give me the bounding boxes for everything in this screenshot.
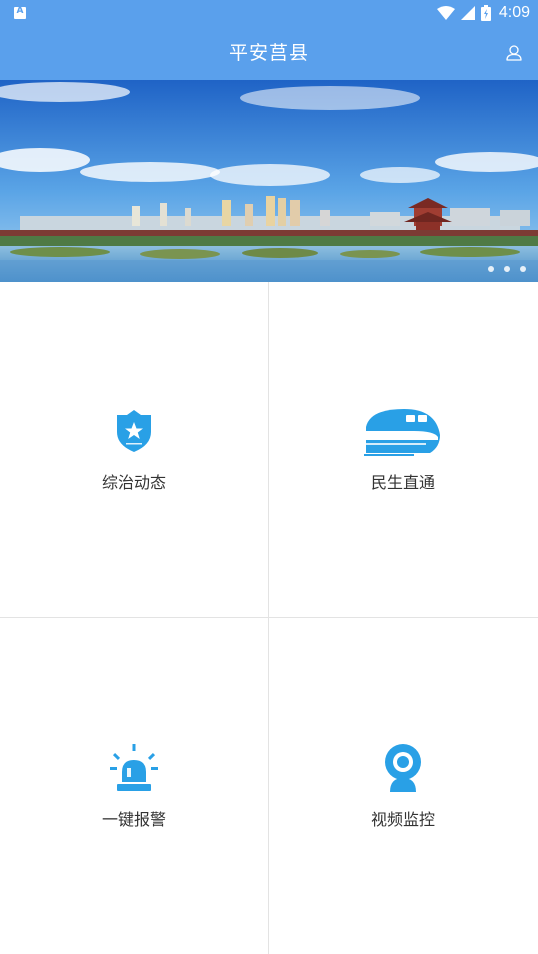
grid-divider-horizontal [0, 617, 538, 618]
notification-icon-glyph: A [16, 6, 24, 16]
grid-divider-vertical [268, 282, 269, 954]
status-time: 4:09 [498, 4, 530, 21]
carousel-dot[interactable] [504, 266, 510, 272]
page-title: 平安莒县 [228, 42, 309, 64]
carousel-dot[interactable] [488, 266, 494, 272]
tile-label: 民生直通 [370, 473, 435, 492]
banner-carousel[interactable] [0, 80, 538, 282]
tile-comprehensive-news[interactable]: 综治动态 [0, 282, 268, 617]
train-icon [364, 409, 440, 456]
battery-icon [480, 5, 491, 21]
tile-emergency-alarm[interactable]: 一键报警 [0, 618, 268, 953]
banner-image [0, 80, 538, 282]
carousel-dot[interactable] [520, 266, 526, 272]
webcam-icon [385, 744, 421, 792]
police-shield-icon [117, 410, 151, 452]
tile-label: 视频监控 [370, 810, 435, 829]
tile-public-service[interactable]: 民生直通 [269, 282, 537, 617]
carousel-indicator [488, 266, 526, 272]
feature-grid: 综治动态 民生直通 一键报警 视频监控 [0, 282, 538, 954]
alarm-light-icon [110, 744, 158, 791]
app-bar: 平安莒县 [0, 26, 538, 80]
tile-label: 综治动态 [101, 473, 166, 492]
status-bar: A 4:09 [0, 0, 538, 26]
user-icon[interactable] [504, 43, 524, 63]
notification-icon: A [14, 6, 26, 19]
tile-label: 一键报警 [101, 810, 166, 829]
signal-icon [460, 6, 475, 20]
wifi-icon [436, 6, 455, 20]
status-icons: 4:09 [436, 0, 530, 26]
tile-video-surveillance[interactable]: 视频监控 [269, 618, 537, 953]
